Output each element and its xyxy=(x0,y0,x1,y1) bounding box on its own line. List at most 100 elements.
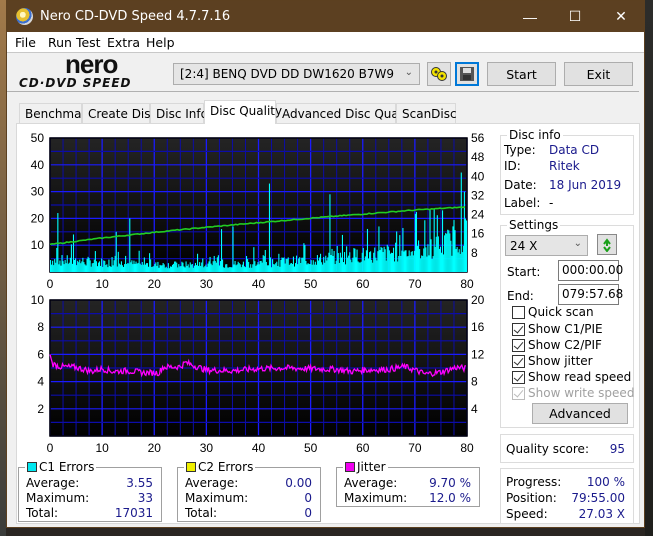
checkbox-box[interactable] xyxy=(512,305,525,319)
speed-value: 27.03 X xyxy=(578,507,625,521)
c1-bar xyxy=(111,257,113,272)
c1-bar xyxy=(438,248,440,272)
date-value: 18 Jun 2019 xyxy=(549,178,622,192)
c1-bar xyxy=(443,254,445,272)
c1-bar xyxy=(195,265,198,272)
c1-bar xyxy=(191,263,193,272)
c1-bar xyxy=(103,260,105,272)
c1-bar xyxy=(79,259,81,272)
checkbox-box[interactable] xyxy=(512,338,525,352)
y-left-tick-label: 40 xyxy=(31,158,45,172)
y-left-tick-label: 50 xyxy=(31,131,45,145)
c1-bar xyxy=(115,231,117,272)
show-read-speed-checkbox[interactable]: Show read speed xyxy=(512,370,631,384)
c1-bar xyxy=(282,258,284,272)
c1-bar xyxy=(332,255,334,272)
c1-bar xyxy=(420,258,422,272)
c1-bar xyxy=(215,262,217,272)
c1-bar xyxy=(455,248,457,272)
c1-bar xyxy=(229,266,231,272)
jitter-legend-label: Jitter xyxy=(357,460,386,474)
c1-bar xyxy=(208,261,210,272)
c1-bar xyxy=(66,255,68,272)
c1-bar xyxy=(179,266,181,272)
c1-bar xyxy=(199,262,201,272)
c1-bar xyxy=(329,194,331,272)
c1-bar xyxy=(406,256,408,272)
c1-bar xyxy=(418,240,420,272)
start-time-label: Start: xyxy=(507,265,541,279)
c1-bar xyxy=(194,262,197,272)
c1-bar xyxy=(265,261,267,272)
c1-bar xyxy=(65,263,67,272)
c1-bar xyxy=(260,260,262,272)
c1-bar xyxy=(100,265,102,272)
c1-bar xyxy=(219,261,222,272)
c1-bar xyxy=(433,209,435,272)
c1-bar xyxy=(291,263,293,272)
c1-bar xyxy=(70,244,72,272)
x-tick-label: 10 xyxy=(95,441,109,455)
speed-select[interactable]: 24 X ⌄ xyxy=(505,235,588,256)
quick-scan-checkbox[interactable]: Quick scan xyxy=(512,305,594,319)
c1-bar xyxy=(64,260,66,272)
c1-bar xyxy=(408,250,410,272)
show-c2-checkbox[interactable]: Show C2/PIF xyxy=(512,338,602,352)
tab-disc-quality[interactable]: Disc Quality xyxy=(204,100,282,124)
c1-bar xyxy=(266,265,268,272)
y-right-tick-label: 8 xyxy=(471,375,478,389)
c1-bar xyxy=(165,266,167,272)
c1-bar xyxy=(298,258,300,272)
c1-bar xyxy=(188,267,190,272)
c1-legend-label: C1 Errors xyxy=(39,460,95,474)
refresh-button[interactable] xyxy=(597,234,617,255)
c1-bar xyxy=(425,247,427,272)
c1-bar xyxy=(196,253,199,272)
c1-bar xyxy=(286,258,288,272)
c1-bar xyxy=(245,255,248,272)
c1-bar xyxy=(459,253,461,272)
c1-bar xyxy=(121,265,124,272)
c1-bar xyxy=(72,234,75,272)
checkbox-box[interactable] xyxy=(512,322,525,336)
c1-bar xyxy=(220,229,223,272)
c1-bar xyxy=(331,248,333,272)
c1-bar xyxy=(395,242,397,272)
show-c1-checkbox[interactable]: Show C1/PIE xyxy=(512,322,603,336)
c1-bar xyxy=(346,246,348,272)
c1-bar xyxy=(428,255,430,272)
c1-bar xyxy=(159,264,161,272)
c1-bar xyxy=(416,245,419,272)
x-tick-label: 40 xyxy=(252,277,266,291)
c1-bar xyxy=(157,261,159,272)
checkbox-box xyxy=(512,386,525,400)
c2-legend: C2 Errors xyxy=(184,460,256,474)
progress-label: Progress: xyxy=(506,475,562,489)
c1-bar xyxy=(328,252,330,272)
c1-bar xyxy=(457,252,459,272)
c1-maximum-label: Maximum: xyxy=(26,491,90,505)
start-time-input[interactable]: 000:00.00 xyxy=(558,260,623,281)
c1-bar xyxy=(261,262,263,272)
c1-bar xyxy=(465,220,468,272)
c1-bar xyxy=(61,255,63,272)
c1-bar xyxy=(59,260,61,272)
c1-bar xyxy=(390,252,392,272)
c1-bar xyxy=(187,264,189,272)
show-jitter-checkbox[interactable]: Show jitter xyxy=(512,354,593,368)
c1-bar xyxy=(424,220,426,272)
end-time-input[interactable]: 079:57.68 xyxy=(558,284,623,305)
c1-bar xyxy=(272,259,274,272)
checkbox-box[interactable] xyxy=(512,354,525,368)
c1-bar xyxy=(241,264,243,272)
c1-bar xyxy=(330,254,332,272)
c1-bar xyxy=(82,257,84,272)
y-left-tick-label: 10 xyxy=(31,293,45,307)
c1-bar xyxy=(375,257,377,272)
c1-bar xyxy=(130,262,132,272)
checkbox-box[interactable] xyxy=(512,370,525,384)
c1-bar xyxy=(283,257,285,272)
advanced-button[interactable]: Advanced xyxy=(532,403,628,424)
c1-bar xyxy=(360,261,362,272)
c1-bar xyxy=(409,255,411,272)
